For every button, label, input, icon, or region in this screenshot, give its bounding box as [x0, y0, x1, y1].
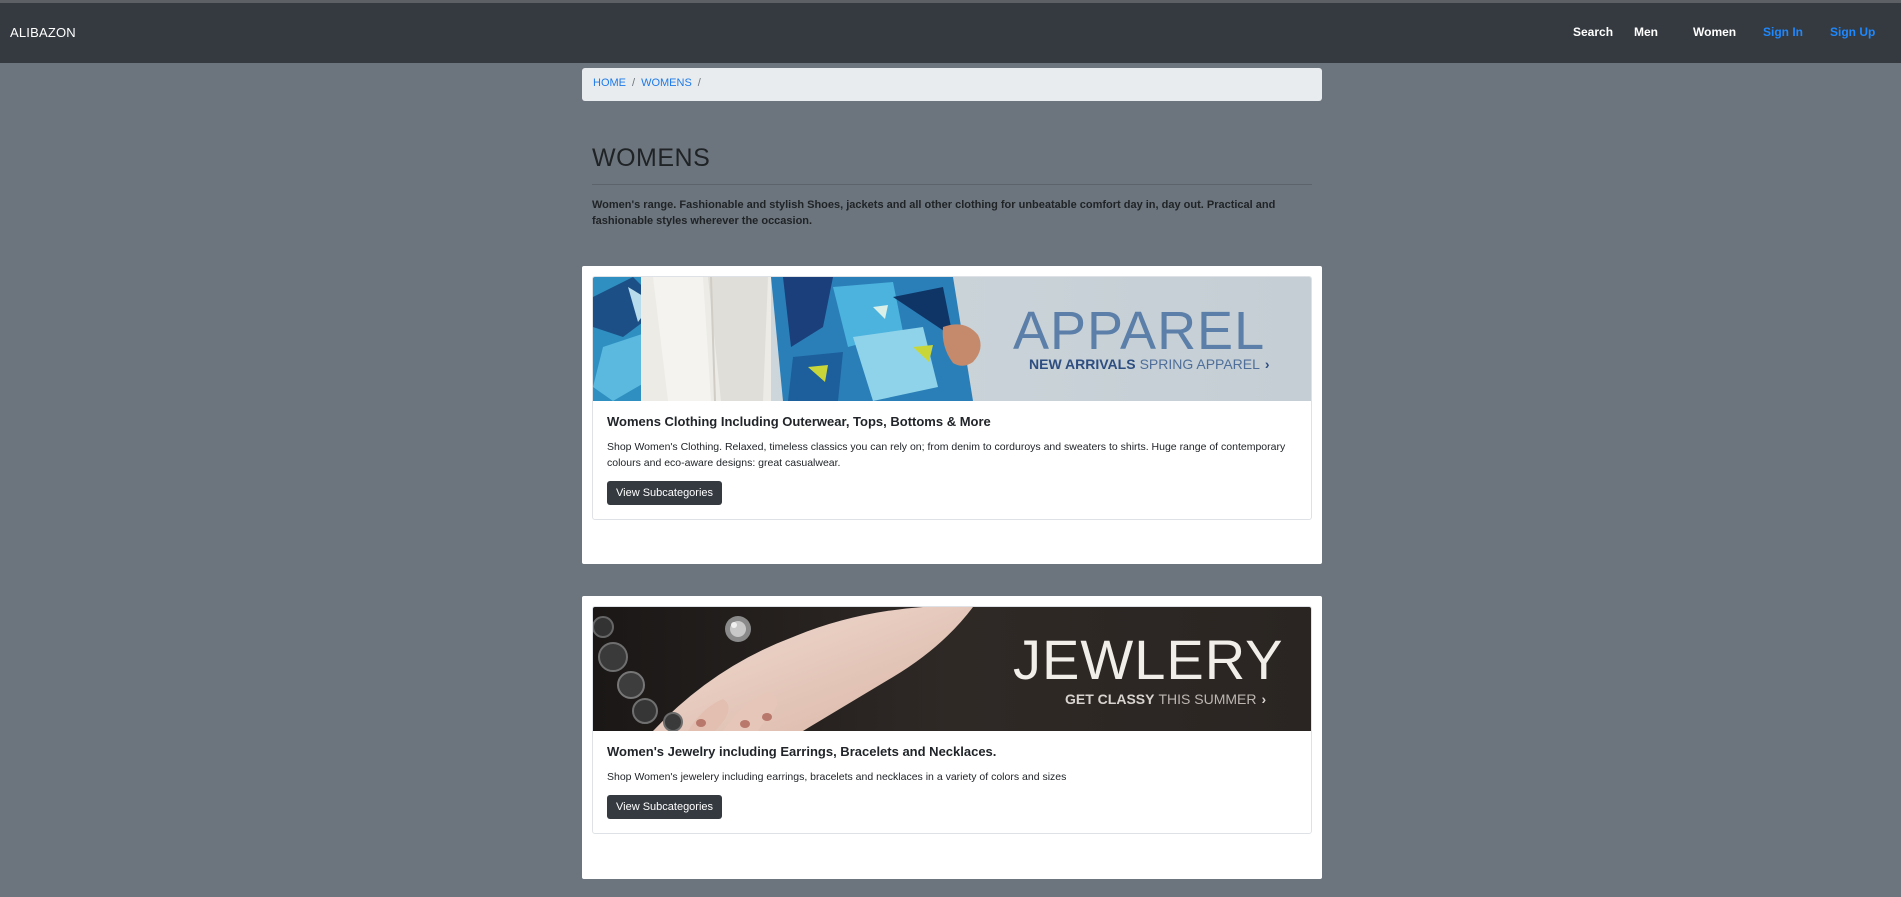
- category-card-jewlery: JEWLERY GET CLASSY THIS SUMMER › Women's J…: [592, 606, 1312, 834]
- category-card-apparel: APPAREL NEW ARRIVALS SPRING APPAREL › Wome…: [592, 276, 1312, 520]
- category-description-apparel: Shop Women's Clothing. Relaxed, timeless…: [607, 441, 1286, 469]
- jewlery-banner-heading: JEWLERY: [1013, 628, 1283, 691]
- apparel-banner-heading: APPAREL: [1013, 301, 1265, 361]
- jewlery-banner-sub-light: THIS SUMMER: [1158, 691, 1256, 707]
- view-subcategories-apparel-button[interactable]: View Subcategories: [607, 481, 723, 505]
- nav-sign-up-link[interactable]: Sign Up: [1830, 25, 1875, 39]
- category-title-apparel: Womens Clothing Including Outerwear, Top…: [607, 414, 991, 429]
- breadcrumb: HOME / WOMENS /: [582, 68, 1322, 101]
- jewlery-banner-graphic: JEWLERY GET CLASSY THIS SUMMER ›: [593, 607, 1311, 731]
- view-subcategories-jewlery-button[interactable]: View Subcategories: [607, 795, 723, 819]
- category-card-body: Womens Clothing Including Outerwear, Top…: [593, 401, 1311, 519]
- brand-logo[interactable]: ALIBAZON: [10, 25, 76, 40]
- nav-sign-in-link[interactable]: Sign In: [1763, 25, 1803, 39]
- breadcrumb-separator: /: [632, 77, 636, 89]
- page-intro: Women's range. Fashionable and stylish S…: [592, 199, 1276, 227]
- category-panel-apparel: APPAREL NEW ARRIVALS SPRING APPAREL › Wome…: [582, 266, 1322, 564]
- page-title: WOMENS: [592, 144, 711, 172]
- breadcrumb-womens-link[interactable]: WOMENS: [641, 77, 692, 89]
- title-divider: [592, 184, 1312, 185]
- category-card-body: Women's Jewelry including Earrings, Brac…: [593, 731, 1311, 833]
- breadcrumb-separator: /: [697, 77, 701, 89]
- jewlery-banner-sub-strong: GET CLASSY: [1065, 691, 1155, 707]
- breadcrumb-home-link[interactable]: HOME: [593, 77, 626, 89]
- apparel-banner-graphic: APPAREL NEW ARRIVALS SPRING APPAREL ›: [593, 277, 1311, 401]
- jewlery-banner-arrow: ›: [1261, 691, 1266, 707]
- apparel-banner-image[interactable]: APPAREL NEW ARRIVALS SPRING APPAREL ›: [593, 277, 1311, 401]
- apparel-banner-arrow: ›: [1265, 356, 1270, 372]
- category-title-jewlery: Women's Jewelry including Earrings, Brac…: [607, 744, 997, 759]
- nav-men-link[interactable]: Men: [1634, 25, 1658, 39]
- apparel-banner-sub-strong: NEW ARRIVALS: [1029, 356, 1136, 372]
- apparel-banner-sub-light: SPRING APPAREL: [1140, 356, 1261, 372]
- nav-search-link[interactable]: Search: [1573, 25, 1613, 39]
- category-panel-jewlery: JEWLERY GET CLASSY THIS SUMMER › Women's J…: [582, 596, 1322, 879]
- category-description-jewlery: Shop Women's jewelery including earrings…: [607, 771, 1067, 783]
- jewlery-banner-image[interactable]: JEWLERY GET CLASSY THIS SUMMER ›: [593, 607, 1311, 731]
- apparel-banner-subline: NEW ARRIVALS SPRING APPAREL ›: [1029, 356, 1270, 372]
- navbar: ALIBAZON Search Men Women Sign In Sign U…: [0, 3, 1901, 63]
- nav-women-link[interactable]: Women: [1693, 25, 1736, 39]
- jewlery-banner-subline: GET CLASSY THIS SUMMER ›: [1065, 691, 1266, 707]
